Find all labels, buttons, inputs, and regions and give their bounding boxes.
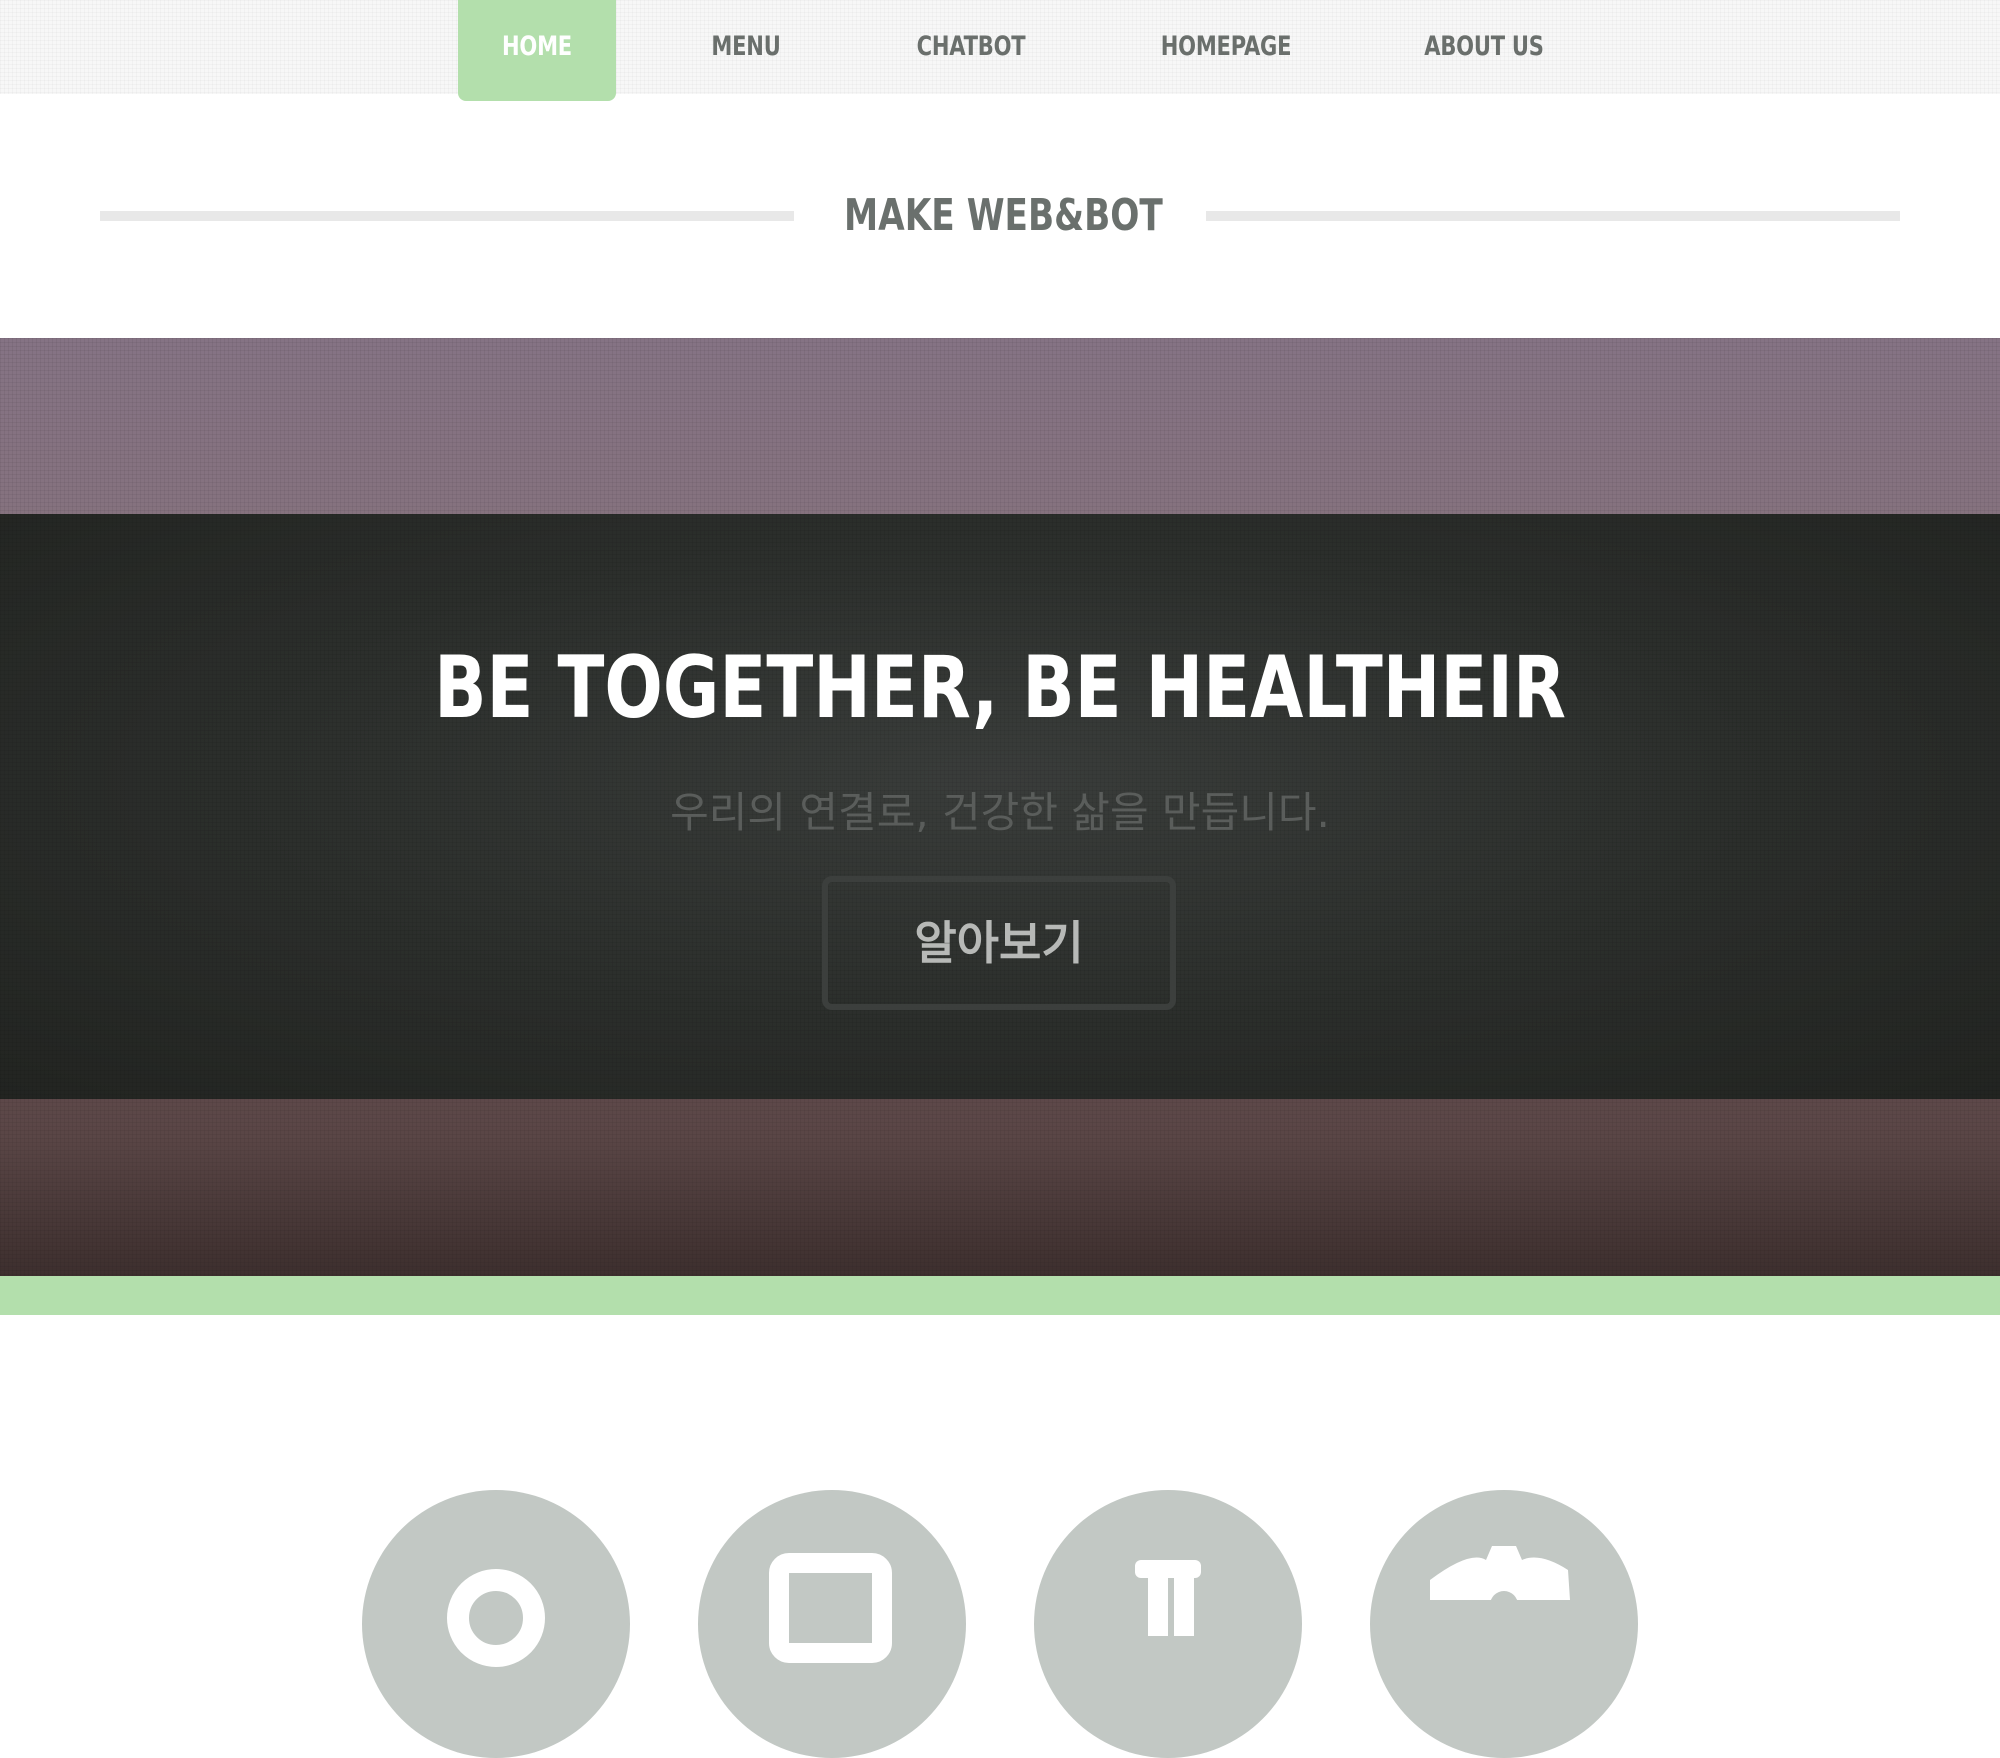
location-pin-icon [447, 1569, 545, 1667]
nav-home[interactable]: HOME [475, 0, 598, 94]
learn-more-button[interactable]: 알아보기 [822, 876, 1176, 1010]
title-divider-left [100, 211, 794, 221]
section-title: MAKE WEB&BOT [844, 190, 1163, 241]
nav-chatbot[interactable]: CHATBOT [909, 0, 1034, 94]
nav-menu[interactable]: MENU [684, 0, 809, 94]
hero-title: BE TOGETHER, BE HEALTHEIR [434, 638, 1566, 738]
title-divider-right [1206, 211, 1900, 221]
accent-strip [0, 1276, 2000, 1315]
flask-icon [1135, 1560, 1201, 1636]
feature-location[interactable] [362, 1490, 630, 1758]
hero-banner: BE TOGETHER, BE HEALTHEIR 우리의 연결로, 건강한 삶… [0, 338, 2000, 1276]
top-navigation: HOME MENU CHATBOT HOMEPAGE ABOUT US [0, 0, 2000, 101]
feature-flask[interactable] [1034, 1490, 1302, 1758]
feature-settings[interactable] [1370, 1490, 1638, 1758]
feature-monitor[interactable] [698, 1490, 966, 1758]
nav-about-us[interactable]: ABOUT US [1410, 0, 1558, 94]
nav-homepage[interactable]: HOMEPAGE [1152, 0, 1300, 94]
gear-icon [1430, 1546, 1570, 1619]
hero-subtitle: 우리의 연결로, 건강한 삶을 만듭니다. [670, 788, 1330, 837]
monitor-icon [769, 1553, 892, 1663]
